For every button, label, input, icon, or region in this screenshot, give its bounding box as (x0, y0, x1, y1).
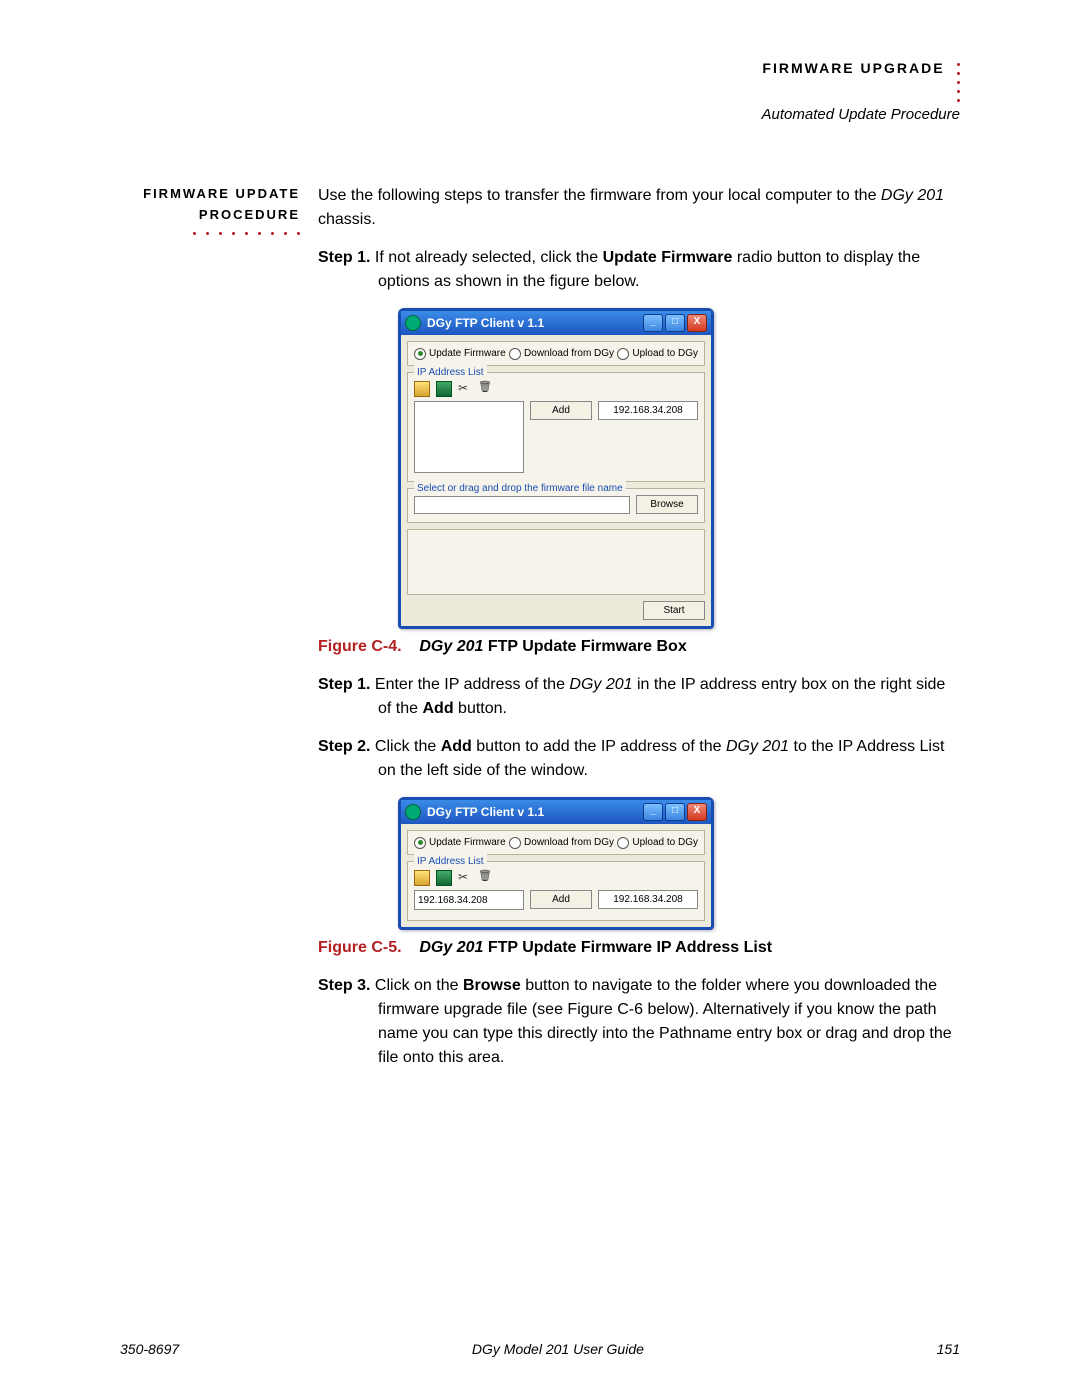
close-icon[interactable]: X (687, 803, 707, 821)
ip-legend-2: IP Address List (414, 854, 487, 869)
app-icon (405, 804, 421, 820)
radio-update-firmware[interactable]: Update Firmware (414, 835, 506, 850)
radio-update-firmware[interactable]: Update Firmware (414, 346, 506, 361)
radio-upload-to-dgy[interactable]: Upload to DGy (617, 346, 698, 361)
cut-icon[interactable] (458, 870, 472, 884)
maximize-icon[interactable]: □ (665, 803, 685, 821)
add-button[interactable]: Add (530, 401, 592, 420)
window-title: DGy FTP Client v 1.1 (427, 314, 544, 332)
delete-icon[interactable] (478, 870, 492, 884)
file-select-fieldset: Select or drag and drop the firmware fil… (407, 488, 705, 523)
header-subtitle: Automated Update Procedure (762, 106, 960, 123)
status-box (407, 529, 705, 595)
step-b1: Step 1. Enter the IP address of the DGy … (318, 673, 960, 721)
header-title: FIRMWARE UPGRADE (762, 60, 944, 76)
ip-legend: IP Address List (414, 365, 487, 380)
side-heading-line2: PROCEDURE (120, 205, 300, 226)
radio-download-from-dgy[interactable]: Download from DGy (509, 346, 614, 361)
minimize-icon[interactable]: _ (643, 803, 663, 821)
radio-download-from-dgy[interactable]: Download from DGy (509, 835, 614, 850)
save-icon[interactable] (436, 381, 452, 397)
ftp-client-window-2: DGy FTP Client v 1.1 _ □ X Update Firmwa… (398, 797, 714, 930)
close-icon[interactable]: X (687, 314, 707, 332)
header-dots (957, 60, 960, 102)
side-heading-dots (120, 232, 300, 235)
content-body: Use the following steps to transfer the … (318, 184, 960, 1084)
step-c3: Step 3. Click on the Browse button to na… (318, 974, 960, 1070)
step-b2: Step 2. Click the Add button to add the … (318, 735, 960, 783)
page-footer: 350-8697 DGy Model 201 User Guide 151 (120, 1341, 960, 1357)
figure-c4-caption: Figure C-4. DGy 201 FTP Update Firmware … (318, 635, 960, 659)
figure-c5-caption: Figure C-5. DGy 201 FTP Update Firmware … (318, 936, 960, 960)
window-titlebar[interactable]: DGy FTP Client v 1.1 _ □ X (401, 311, 711, 335)
ip-input-2[interactable]: 192.168.34.208 (598, 890, 698, 909)
step-a1: Step 1. If not already selected, click t… (318, 246, 960, 294)
pathname-input[interactable] (414, 496, 630, 514)
cut-icon[interactable] (458, 381, 472, 395)
radio-row-2: Update Firmware Download from DGy Upload… (407, 830, 705, 855)
maximize-icon[interactable]: □ (665, 314, 685, 332)
start-button[interactable]: Start (643, 601, 705, 620)
footer-center: DGy Model 201 User Guide (472, 1341, 644, 1357)
ip-address-fieldset-2: IP Address List 192.168.34.208 Add (407, 861, 705, 921)
minimize-icon[interactable]: _ (643, 314, 663, 332)
save-icon[interactable] (436, 870, 452, 886)
figure-c4-screenshot: DGy FTP Client v 1.1 _ □ X Update Firmwa… (398, 308, 960, 629)
open-icon[interactable] (414, 381, 430, 397)
ftp-client-window: DGy FTP Client v 1.1 _ □ X Update Firmwa… (398, 308, 714, 629)
ip-list-box[interactable] (414, 401, 524, 473)
open-icon[interactable] (414, 870, 430, 886)
footer-right: 151 (937, 1341, 960, 1357)
side-heading: FIRMWARE UPDATE PROCEDURE (120, 184, 300, 1084)
add-button-2[interactable]: Add (530, 890, 592, 909)
figure-c5-screenshot: DGy FTP Client v 1.1 _ □ X Update Firmwa… (398, 797, 960, 930)
side-heading-line1: FIRMWARE UPDATE (120, 184, 300, 205)
radio-row: Update Firmware Download from DGy Upload… (407, 341, 705, 366)
window-titlebar-2[interactable]: DGy FTP Client v 1.1 _ □ X (401, 800, 711, 824)
app-icon (405, 315, 421, 331)
intro-paragraph: Use the following steps to transfer the … (318, 184, 960, 232)
delete-icon[interactable] (478, 381, 492, 395)
browse-button[interactable]: Browse (636, 495, 698, 514)
footer-left: 350-8697 (120, 1341, 179, 1357)
ip-list-box-2[interactable]: 192.168.34.208 (414, 890, 524, 910)
radio-upload-to-dgy[interactable]: Upload to DGy (617, 835, 698, 850)
ip-address-fieldset: IP Address List Add (407, 372, 705, 482)
page-header: FIRMWARE UPGRADE Automated Update Proced… (120, 60, 960, 124)
window-title-2: DGy FTP Client v 1.1 (427, 803, 544, 821)
ip-input[interactable]: 192.168.34.208 (598, 401, 698, 420)
file-legend: Select or drag and drop the firmware fil… (414, 481, 626, 496)
